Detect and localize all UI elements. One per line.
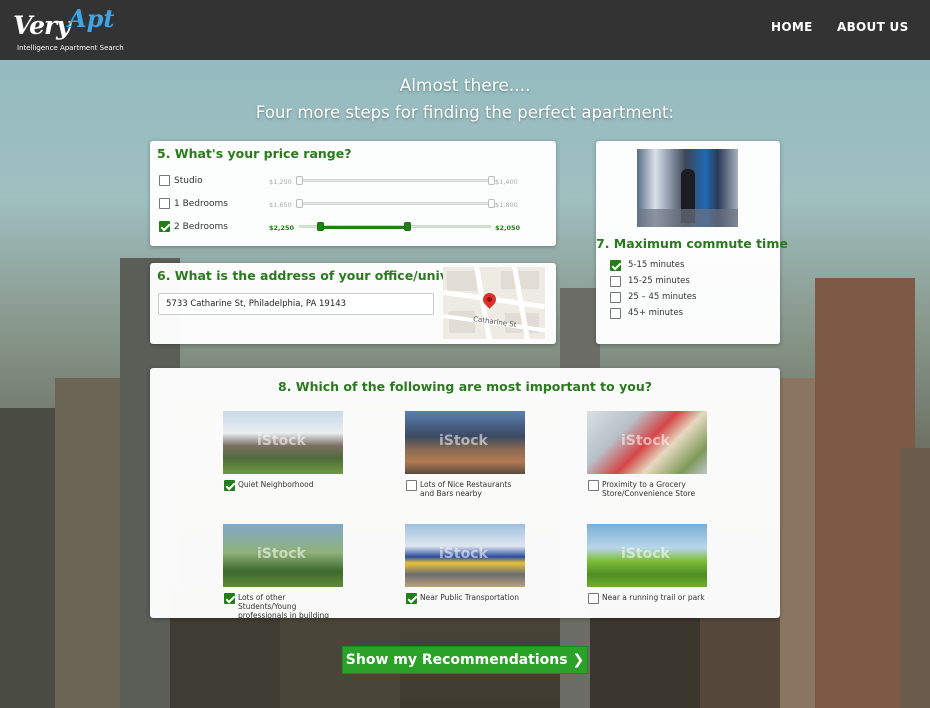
importance-option-checkbox[interactable] [588,593,599,604]
address-input[interactable] [158,293,434,315]
importance-option-label: Proximity to a Grocery Store/Convenience… [602,480,696,498]
importance-option-photo: iStock [587,524,707,587]
top-navbar: Very Apt Intelligence Apartment Search H… [0,0,930,60]
heading-line-2: Four more steps for finding the perfect … [255,103,675,122]
price-range-card: 5. What's your price range? Studio $1,250… [150,141,556,246]
importance-option-label: Near Public Transportation [420,593,520,602]
logo-text-apt: Apt [68,4,115,33]
stock-watermark: iStock [257,546,306,562]
commute-card: 7. Maximum commute time 5-15 minutes 15-2… [596,141,788,344]
nav-about-link[interactable]: ABOUT US [837,20,909,34]
commute-question: 7. Maximum commute time [596,236,788,251]
importance-option-checkbox[interactable] [224,480,235,491]
price-row-checkbox[interactable] [159,221,170,232]
price-slider-max-handle[interactable] [488,176,495,185]
price-max-value: $2,050 [495,224,521,232]
stock-watermark: iStock [621,546,670,562]
importance-option-photo: iStock [587,411,707,474]
importance-option-photo: iStock [405,411,525,474]
logo-text-very: Very [13,11,71,40]
logo[interactable]: Very Apt Intelligence Apartment Search [13,4,143,56]
importance-option-photo: iStock [223,524,343,587]
commute-option-checkbox[interactable] [610,260,621,271]
stock-watermark: iStock [439,433,488,449]
price-min-value: $2,250 [269,224,295,232]
price-row-label: 1 Bedrooms [174,199,228,209]
address-card: 6. What is the address of your office/un… [150,263,556,344]
nav-home-link[interactable]: HOME [771,20,813,34]
commute-option-checkbox[interactable] [610,292,621,303]
price-row-checkbox[interactable] [159,175,170,186]
stock-watermark: iStock [621,433,670,449]
importance-option-checkbox[interactable] [224,593,235,604]
importance-option-label: Quiet Neighborhood [238,480,314,489]
importance-question: 8. Which of the following are most impor… [278,379,652,394]
commute-option-label: 15-25 minutes [628,276,690,286]
show-recommendations-button[interactable]: Show my Recommendations ❯ [342,646,588,674]
price-slider-track[interactable] [299,202,491,205]
price-slider-track[interactable] [299,179,491,182]
price-slider-fill [320,226,407,229]
price-min-value: $1,250 [269,178,292,186]
price-max-value: $1,800 [495,201,518,209]
price-slider-min-handle[interactable] [317,222,325,231]
price-slider-min-handle[interactable] [296,199,303,208]
commute-photo [637,149,738,227]
price-slider-max-handle[interactable] [403,222,411,231]
importance-option-checkbox[interactable] [406,480,417,491]
price-question: 5. What's your price range? [157,146,352,161]
map-preview[interactable]: Catharine St [443,267,545,339]
commute-option-label: 25 – 45 minutes [628,292,697,302]
importance-option-label: Lots of other Students/Young professiona… [238,593,329,620]
importance-card: 8. Which of the following are most impor… [150,368,780,620]
price-row-label: Studio [174,176,203,186]
commute-option-checkbox[interactable] [610,276,621,287]
price-slider-max-handle[interactable] [488,199,495,208]
importance-option-checkbox[interactable] [588,480,599,491]
price-row-checkbox[interactable] [159,198,170,209]
stock-watermark: iStock [439,546,488,562]
importance-option-photo: iStock [405,524,525,587]
price-row-label: 2 Bedrooms [174,222,228,232]
price-slider-min-handle[interactable] [296,176,303,185]
price-min-value: $1,650 [269,201,292,209]
importance-option-label: Near a running trail or park [602,593,705,602]
heading-line-1: Almost there.... [399,76,531,96]
commute-option-checkbox[interactable] [610,308,621,319]
logo-tagline: Intelligence Apartment Search [17,44,124,52]
importance-option-photo: iStock [223,411,343,474]
commute-option-label: 5-15 minutes [628,260,685,270]
stock-watermark: iStock [257,433,306,449]
importance-option-checkbox[interactable] [406,593,417,604]
importance-option-label: Lots of Nice Restaurants and Bars nearby [420,480,512,498]
price-max-value: $1,400 [495,178,518,186]
commute-option-label: 45+ minutes [628,308,684,318]
